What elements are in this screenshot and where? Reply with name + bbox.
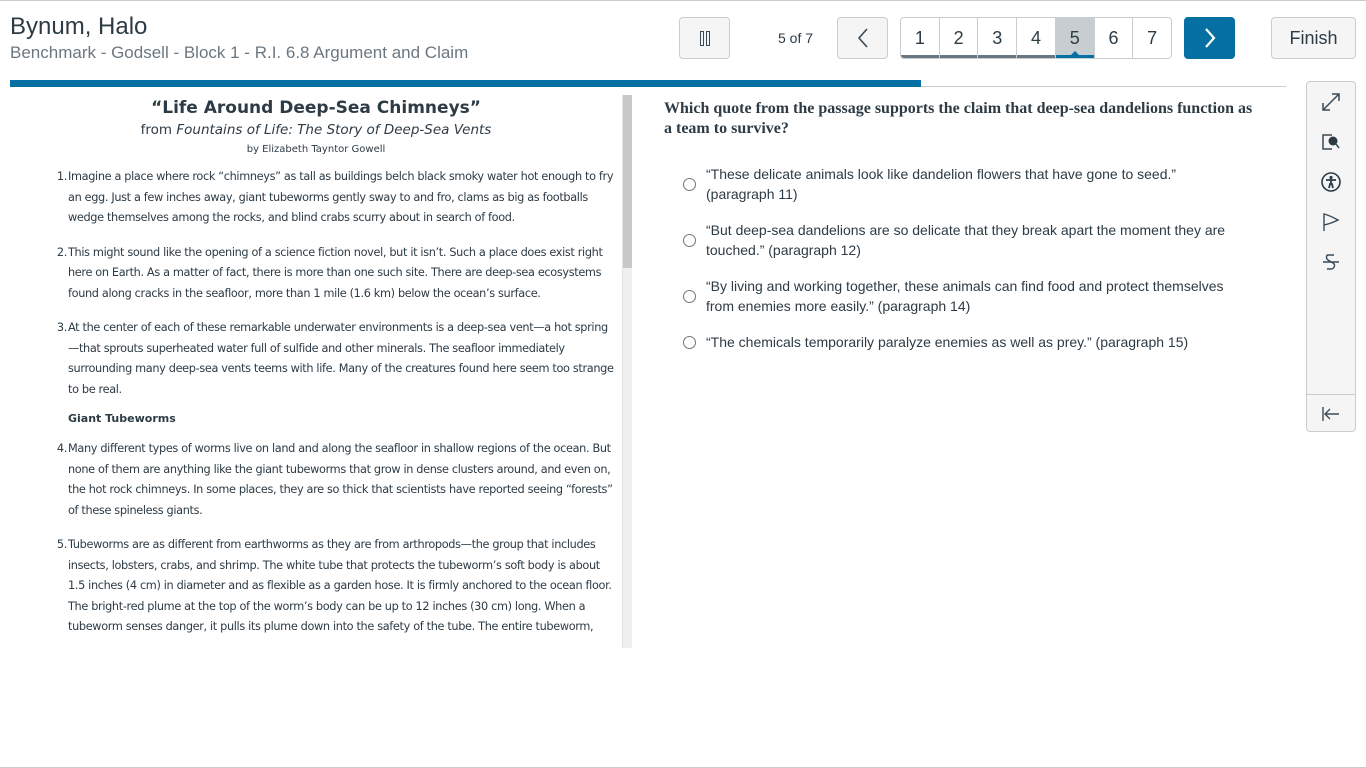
pause-icon	[699, 30, 711, 46]
passage-paragraph: 4. Many different types of worms live on …	[56, 442, 613, 517]
answer-option[interactable]: “The chemicals temporarily paralyze enem…	[682, 332, 1242, 352]
student-name: Bynum, Halo	[10, 13, 148, 40]
accessibility-button[interactable]	[1307, 162, 1355, 202]
chevron-left-icon	[857, 28, 868, 48]
progress-bar	[10, 80, 921, 87]
strikethrough-icon	[1323, 254, 1339, 270]
page-button-4[interactable]: 4	[1017, 18, 1056, 58]
page-button-5[interactable]: 5	[1055, 18, 1095, 58]
answer-option[interactable]: “By living and working together, these a…	[682, 276, 1242, 316]
tools-panel	[1306, 81, 1356, 432]
passage-paragraph: 1. Imagine a place where rock “chimneys” …	[56, 170, 614, 224]
expand-icon	[1322, 93, 1340, 111]
magnifier-icon	[1322, 134, 1340, 150]
section-heading: Giant Tubeworms	[68, 412, 176, 425]
answer-option[interactable]: “But deep-sea dandelions are so delicate…	[682, 220, 1242, 260]
passage-panel: “Life Around Deep-Sea Chimneys” from Fou…	[10, 95, 632, 648]
answer-options: “These delicate animals look like dandel…	[682, 164, 1242, 368]
radio-button[interactable]	[683, 177, 696, 191]
question-prompt: Which quote from the passage supports th…	[664, 100, 1253, 137]
radio-button[interactable]	[683, 289, 696, 303]
question-counter: 5 of 7	[778, 30, 814, 46]
previous-button[interactable]	[837, 17, 888, 59]
flag-icon	[1323, 213, 1340, 231]
passage-author: by Elizabeth Tayntor Gowell	[246, 144, 386, 155]
passage-title: “Life Around Deep-Sea Chimneys”	[151, 98, 481, 118]
passage-paragraph: 3. At the center of each of these remarka…	[56, 321, 614, 396]
radio-button[interactable]	[683, 335, 696, 349]
answer-option[interactable]: “These delicate animals look like dandel…	[682, 164, 1242, 204]
collapse-panel-button[interactable]	[1307, 394, 1355, 434]
next-button[interactable]	[1184, 17, 1235, 59]
collapse-panel-icon	[1322, 407, 1339, 421]
page-button-7[interactable]: 7	[1133, 18, 1171, 58]
quiz-title: Benchmark - Godsell - Block 1 - R.I. 6.8…	[10, 43, 469, 62]
page-button-3[interactable]: 3	[978, 18, 1018, 58]
magnifier-button[interactable]	[1307, 122, 1355, 162]
page-button-2[interactable]: 2	[939, 18, 979, 58]
radio-button[interactable]	[683, 233, 696, 247]
chevron-right-icon	[1204, 28, 1215, 48]
scrollbar-thumb[interactable]	[623, 95, 632, 268]
pause-button[interactable]	[679, 17, 730, 59]
passage-paragraph: 2. This might sound like the opening of a…	[56, 245, 603, 300]
strikethrough-button[interactable]	[1307, 242, 1355, 282]
passage-scrollbar[interactable]	[622, 95, 632, 648]
passage-paragraph: 5. Tubeworms are as different from earthw…	[56, 538, 612, 633]
accessibility-icon	[1321, 172, 1341, 192]
passage-source: from Fountains of Life: The Story of Dee…	[140, 122, 492, 138]
page-button-1[interactable]: 1	[901, 18, 940, 58]
page-button-6[interactable]: 6	[1095, 18, 1134, 58]
finish-button[interactable]: Finish	[1271, 17, 1356, 59]
question-pager: 1 2 3 4 5 6 7	[900, 17, 1172, 59]
expand-button[interactable]	[1307, 82, 1355, 122]
flag-button[interactable]	[1307, 202, 1355, 242]
